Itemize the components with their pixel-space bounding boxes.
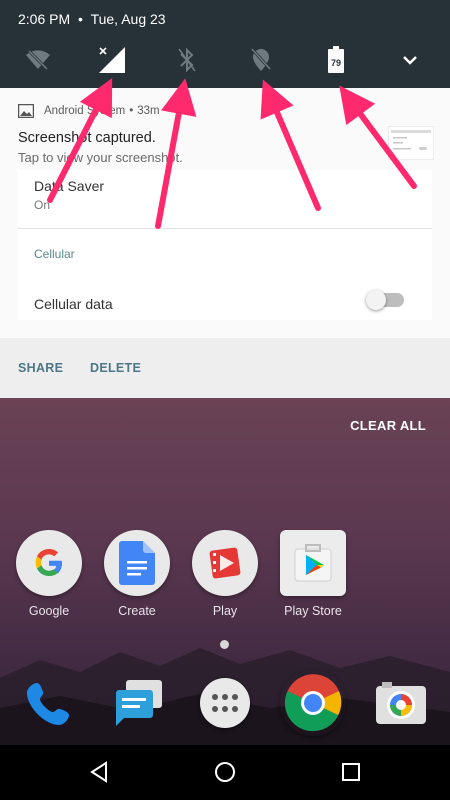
cellular-section-header: Cellular [34, 247, 75, 261]
screenshot-notification[interactable]: Android System • 33m Screenshot captured… [0, 88, 450, 338]
dock-chrome[interactable] [273, 670, 353, 736]
status-date-time: 2:06 PM • Tue, Aug 23 [18, 11, 166, 27]
data-saver-title: Data Saver [34, 178, 105, 194]
home-screen: CLEAR ALL Google Create Play Play Store [0, 398, 450, 800]
screenshot-thumbnail[interactable] [388, 126, 434, 160]
location-off-icon [250, 47, 272, 71]
messages-icon [104, 670, 170, 736]
cellular-data-label: Cellular data [34, 296, 113, 312]
play-movies-icon [192, 530, 258, 596]
notification-title: Screenshot captured. [18, 130, 156, 146]
screenshot-preview-settings: Data Saver On Cellular Cellular data [18, 170, 432, 320]
phone-icon [16, 670, 82, 736]
app-play-store[interactable]: Play Store [273, 530, 353, 618]
wifi-off-icon [26, 49, 50, 71]
google-icon [16, 530, 82, 596]
app-label: Play Store [284, 604, 342, 618]
data-saver-status: On [34, 198, 51, 212]
cellular-signal-icon [99, 47, 125, 73]
navigation-bar [0, 745, 450, 800]
qs-cellular-toggle[interactable] [96, 44, 128, 76]
battery-level: 79 [331, 58, 341, 68]
home-icon [215, 762, 235, 782]
status-time: 2:06 PM [18, 11, 71, 27]
dock-camera[interactable] [361, 670, 441, 736]
app-play[interactable]: Play [185, 530, 265, 618]
toggle-knob [366, 290, 386, 310]
camera-icon [368, 670, 434, 736]
dock-messages[interactable] [97, 670, 177, 736]
qs-location-toggle[interactable] [245, 44, 277, 76]
recents-icon [342, 763, 360, 781]
app-label: Create [118, 604, 156, 618]
notification-app: Android System [44, 105, 126, 117]
qs-expand-button[interactable] [394, 44, 426, 76]
recents-button[interactable] [340, 761, 362, 783]
app-label: Google [28, 604, 70, 618]
app-drawer-icon [200, 678, 250, 728]
cellular-data-toggle[interactable] [366, 290, 404, 310]
chrome-icon [280, 670, 346, 736]
notification-shade-header: 2:06 PM • Tue, Aug 23 79 [0, 0, 450, 88]
docs-icon [104, 530, 170, 596]
battery-icon: 79 [328, 46, 344, 73]
app-create[interactable]: Create [97, 530, 177, 618]
bluetooth-off-icon [178, 47, 196, 73]
play-store-icon [280, 530, 346, 596]
back-icon [90, 761, 107, 783]
qs-battery[interactable]: 79 [320, 44, 352, 76]
dock-phone[interactable] [9, 670, 89, 736]
notification-dot: • [129, 105, 134, 117]
status-date: Tue, Aug 23 [90, 11, 166, 27]
home-button[interactable] [214, 761, 236, 783]
thumbnail-preview [391, 130, 431, 150]
notification-header: Android System • 33m [18, 104, 160, 118]
notification-subtitle: Tap to view your screenshot. [18, 150, 183, 165]
status-separator: • [78, 11, 83, 27]
back-button[interactable] [88, 761, 110, 783]
clear-all-button[interactable]: CLEAR ALL [350, 418, 426, 433]
app-label: Play [212, 604, 238, 618]
notification-actions: SHARE DELETE [0, 338, 450, 398]
image-icon [18, 104, 34, 118]
qs-wifi-toggle[interactable] [22, 44, 54, 76]
dock-app-drawer[interactable] [185, 670, 265, 728]
qs-bluetooth-toggle[interactable] [171, 44, 203, 76]
delete-button[interactable]: DELETE [90, 361, 141, 375]
share-button[interactable]: SHARE [18, 361, 63, 375]
chevron-down-icon [403, 56, 417, 65]
app-google[interactable]: Google [9, 530, 89, 618]
notification-age: 33m [137, 105, 160, 117]
divider [18, 228, 432, 229]
